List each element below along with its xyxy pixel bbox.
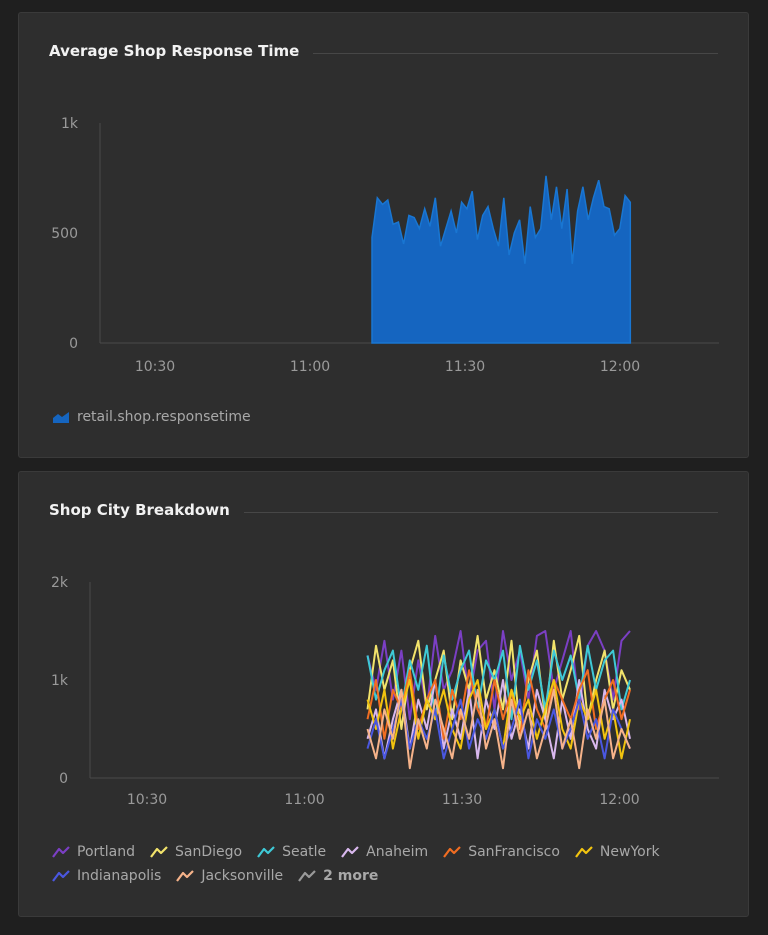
legend-label: Portland — [77, 844, 135, 860]
response-time-legend: retail.shop.responsetime — [51, 405, 265, 429]
legend-item[interactable]: Seatle — [256, 844, 326, 860]
legend-item[interactable]: retail.shop.responsetime — [51, 409, 251, 425]
legend-row: Indianapolis Jacksonville 2 more — [51, 864, 674, 888]
legend-label: SanDiego — [174, 844, 243, 860]
legend-line-icon — [150, 846, 168, 858]
series-area[interactable] — [371, 175, 632, 344]
legend-label: 2 more — [323, 868, 379, 884]
x-tick-label: 11:00 — [290, 359, 330, 375]
legend-line-icon — [298, 870, 316, 882]
response-time-chart[interactable]: 0 500 1k 10:30 11:00 11:30 12:00 — [19, 13, 750, 459]
legend-label: Anaheim — [366, 844, 429, 860]
x-tick-label: 10:30 — [127, 792, 167, 808]
x-tick-label: 12:00 — [599, 792, 639, 808]
legend-line-icon — [443, 846, 461, 858]
legend-label: Indianapolis — [77, 868, 162, 884]
legend-label: Seatle — [282, 844, 327, 860]
legend-label: NewYork — [599, 844, 660, 860]
legend-area-icon — [53, 412, 69, 423]
x-tick-label: 11:00 — [284, 792, 324, 808]
legend-item[interactable]: 2 more — [297, 868, 378, 884]
response-time-panel: Average Shop Response Time 0 500 1k 10:30 11… — [18, 12, 749, 458]
legend-line-icon — [257, 846, 275, 858]
y-tick-label: 0 — [69, 336, 78, 352]
legend-row: retail.shop.responsetime — [51, 405, 265, 429]
legend-item[interactable]: Jacksonville — [175, 868, 283, 884]
y-tick-label: 1k — [51, 673, 69, 689]
legend-label: retail.shop.responsetime — [77, 409, 251, 425]
legend-line-icon — [52, 870, 70, 882]
y-tick-label: 500 — [51, 226, 78, 242]
dashboard: Average Shop Response Time 0 500 1k 10:30 11… — [0, 0, 768, 935]
city-breakdown-legend: Portland SanDiego Seatle Anaheim SanFrancisc… — [51, 840, 674, 888]
legend-row: Portland SanDiego Seatle Anaheim SanFrancisc… — [51, 840, 674, 864]
legend-line-icon — [575, 846, 593, 858]
y-tick-label: 1k — [61, 116, 79, 132]
x-tick-label: 10:30 — [135, 359, 175, 375]
legend-item[interactable]: SanDiego — [149, 844, 242, 860]
legend-item[interactable]: SanFrancisco — [442, 844, 560, 860]
y-tick-label: 0 — [59, 771, 68, 787]
legend-label: Jacksonville — [201, 868, 284, 884]
x-tick-label: 11:30 — [442, 792, 482, 808]
legend-label: SanFrancisco — [468, 844, 560, 860]
legend-line-icon — [341, 846, 359, 858]
legend-item[interactable]: NewYork — [574, 844, 660, 860]
city-breakdown-panel: Shop City Breakdown 0 1k 2k 10:30 11:00 11:30… — [18, 471, 749, 917]
legend-line-icon — [52, 846, 70, 858]
legend-item[interactable]: Portland — [51, 844, 135, 860]
legend-line-icon — [176, 870, 195, 882]
legend-item[interactable]: Anaheim — [340, 844, 428, 860]
legend-item[interactable]: Indianapolis — [51, 868, 161, 884]
x-tick-label: 12:00 — [600, 359, 640, 375]
x-tick-label: 11:30 — [445, 359, 485, 375]
y-tick-label: 2k — [51, 575, 69, 591]
